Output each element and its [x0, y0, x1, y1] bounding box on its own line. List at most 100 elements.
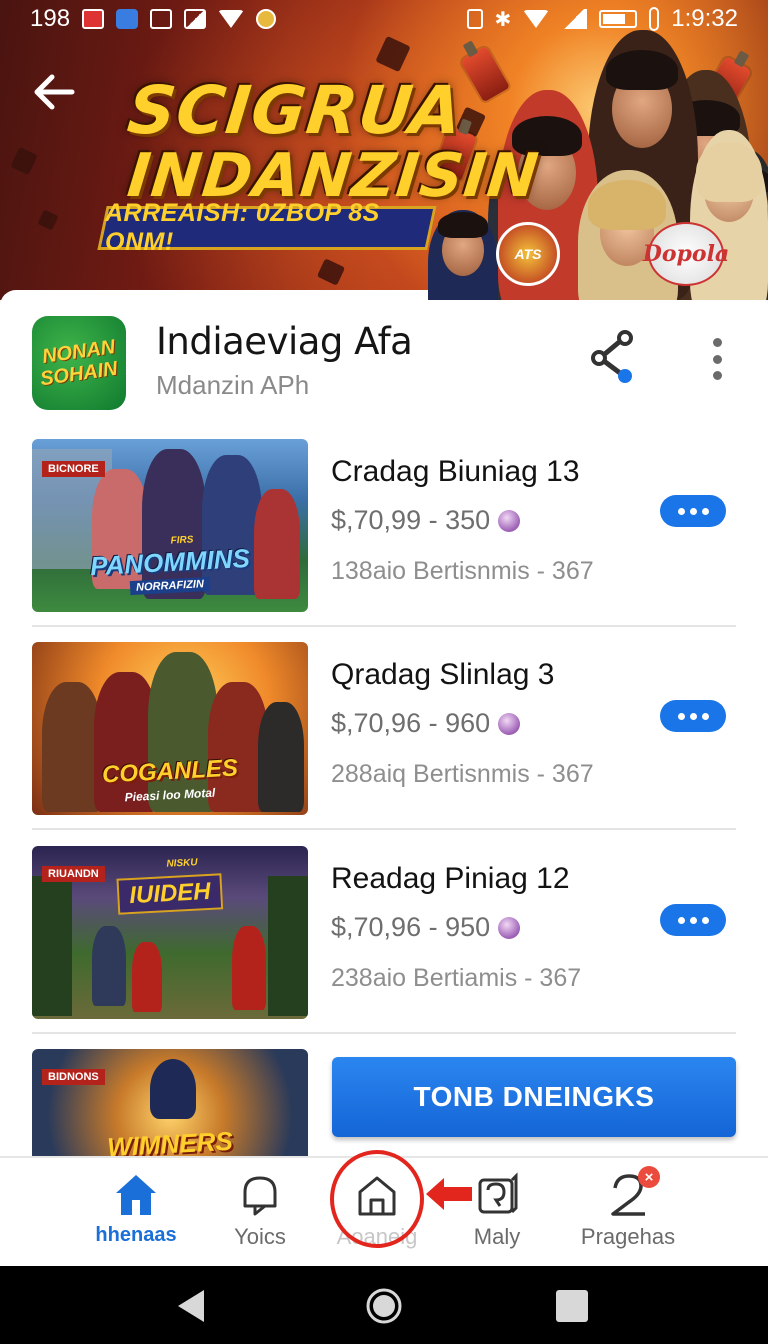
- thumbnail-tag: RIUANDN: [42, 866, 105, 882]
- debris-decoration: [375, 35, 411, 73]
- nav-item-pragehas[interactable]: Pragehas: [558, 1158, 698, 1258]
- debris-decoration: [316, 258, 346, 286]
- dot-icon: [689, 712, 697, 720]
- dot-icon: [712, 371, 722, 380]
- hero-banner: SCIGRUA INDANZISIN ARREAISH: 0ZBOP 8S ON…: [0, 0, 768, 300]
- thermometer-icon: [649, 7, 660, 31]
- hero-title-line1: SCIGRUA: [124, 72, 467, 149]
- more-options-button[interactable]: [704, 334, 730, 384]
- notification-blue-icon: [116, 9, 139, 29]
- vibrate-icon: [466, 9, 483, 29]
- item-meta: 138aio Bertisnmis - 367: [331, 557, 594, 585]
- app-subtitle: Mdanzin APh: [156, 370, 310, 400]
- image-icon: [184, 9, 207, 29]
- share-button[interactable]: [588, 330, 636, 386]
- item-price-text: $,70,96 - 960: [331, 708, 491, 738]
- tree-decoration: [32, 876, 72, 1016]
- dot-icon: [712, 354, 722, 364]
- divider: [32, 1032, 736, 1034]
- dot-icon: [701, 507, 709, 515]
- hero-logo-badge: ATS: [496, 222, 560, 286]
- tree-decoration: [268, 876, 308, 1016]
- character-decoration: [232, 926, 266, 1010]
- nav-item-home[interactable]: hhenaas: [66, 1158, 206, 1258]
- thumbnail-small-text: NISKU: [166, 857, 198, 870]
- dot-icon: [677, 916, 685, 924]
- debris-decoration: [10, 146, 38, 176]
- wifi-signal-icon: [523, 10, 550, 28]
- item-meta: 238aio Bertiamis - 367: [331, 964, 582, 992]
- item-price: $,70,96 - 950: [331, 912, 521, 943]
- status-time: 1:9:32: [671, 5, 738, 32]
- item-title: Qradag Slinlag 3: [331, 658, 555, 691]
- dot-icon: [712, 338, 722, 347]
- red-arrow-annotation: [426, 1178, 472, 1210]
- photo-icon: [150, 9, 173, 29]
- character-decoration: [92, 926, 126, 1006]
- primary-cta-button[interactable]: TONB DNEINGKS: [332, 1057, 736, 1137]
- list-item[interactable]: COGANLES Pieasi loo Motal Qradag Slinlag…: [32, 642, 736, 846]
- notification-badge: ×: [638, 1166, 660, 1188]
- system-home-button[interactable]: [364, 1286, 404, 1326]
- notification-red-icon: [82, 9, 105, 29]
- dot-icon: [677, 507, 685, 515]
- item-thumbnail[interactable]: RIUANDN IUIDEH NISKU: [32, 846, 308, 1019]
- item-thumbnail[interactable]: COGANLES Pieasi loo Motal: [32, 642, 308, 815]
- divider: [32, 828, 736, 830]
- status-bar-left: 198: [30, 5, 277, 33]
- item-price: $,70,96 - 960: [331, 708, 521, 739]
- item-thumbnail[interactable]: BIDNONS WIMNERS: [32, 1049, 308, 1159]
- item-title: Cradag Biuniag 13: [331, 455, 580, 488]
- character-decoration: [42, 682, 102, 812]
- character-decoration: [150, 1059, 196, 1119]
- list-item[interactable]: RIUANDN IUIDEH NISKU Readag Piniag 12 $,…: [32, 846, 736, 1050]
- gem-icon: [498, 712, 521, 735]
- thumbnail-small-text: FIRS: [170, 534, 194, 547]
- item-more-button[interactable]: [660, 495, 726, 527]
- list-item[interactable]: BICNORE PANOMMINS FIRS NORRAFIZIN Cradag…: [32, 439, 736, 643]
- hero-title: SCIGRUA INDANZISIN: [124, 72, 543, 211]
- bell-icon: [243, 1176, 277, 1216]
- back-button[interactable]: [30, 68, 78, 116]
- item-more-button[interactable]: [660, 904, 726, 936]
- battery-icon: [599, 10, 638, 28]
- dot-icon: [701, 916, 709, 924]
- thumbnail-logo: WIMNERS: [106, 1125, 234, 1159]
- gem-icon: [498, 509, 521, 532]
- dot-icon: [689, 916, 697, 924]
- message-icon: [478, 1172, 518, 1214]
- item-more-button[interactable]: [660, 700, 726, 732]
- debris-decoration: [37, 209, 59, 231]
- thumbnail-logo: IUIDEH: [116, 873, 224, 915]
- hero-subtitle-banner: ARREAISH: 0ZBOP 8S ONM!: [97, 199, 437, 256]
- item-thumbnail[interactable]: BICNORE PANOMMINS FIRS NORRAFIZIN: [32, 439, 308, 612]
- hero-subtitle: ARREAISH: 0ZBOP 8S ONM!: [105, 199, 380, 256]
- wifi-icon: [218, 10, 245, 28]
- item-price-text: $,70,99 - 350: [331, 505, 491, 535]
- dot-icon: [701, 712, 709, 720]
- system-back-button[interactable]: [172, 1286, 212, 1326]
- divider: [32, 625, 736, 627]
- signal-icon: [561, 9, 588, 29]
- thumbnail-tag: BICNORE: [42, 461, 105, 477]
- item-price-text: $,70,96 - 950: [331, 912, 491, 942]
- status-bar-right: ✱ 1:9:32: [466, 5, 738, 33]
- nav-label: Pragehas: [580, 1224, 676, 1249]
- nav-label: Maly: [473, 1224, 521, 1249]
- status-left-text: 198: [30, 5, 71, 32]
- dot-icon: [677, 712, 685, 720]
- nav-label: hhenaas: [95, 1224, 177, 1246]
- dot-icon: [689, 507, 697, 515]
- back-arrow-icon: [34, 74, 75, 110]
- gem-icon: [498, 916, 521, 939]
- share-icon: [591, 330, 633, 383]
- home-icon: [116, 1175, 156, 1215]
- status-bar: 198 ✱ 1:9:32: [0, 0, 768, 38]
- character-decoration: [258, 702, 304, 812]
- system-recents-button[interactable]: [552, 1286, 592, 1326]
- hero-title-line2: INDANZISIN: [124, 141, 543, 211]
- item-price: $,70,99 - 350: [331, 505, 521, 536]
- app-name: Indiaeviag Afa: [156, 320, 413, 363]
- bluetooth-icon: ✱: [494, 8, 512, 31]
- app-header: NONAN SOHAIN Indiaeviag Afa Mdanzin APh: [0, 290, 768, 420]
